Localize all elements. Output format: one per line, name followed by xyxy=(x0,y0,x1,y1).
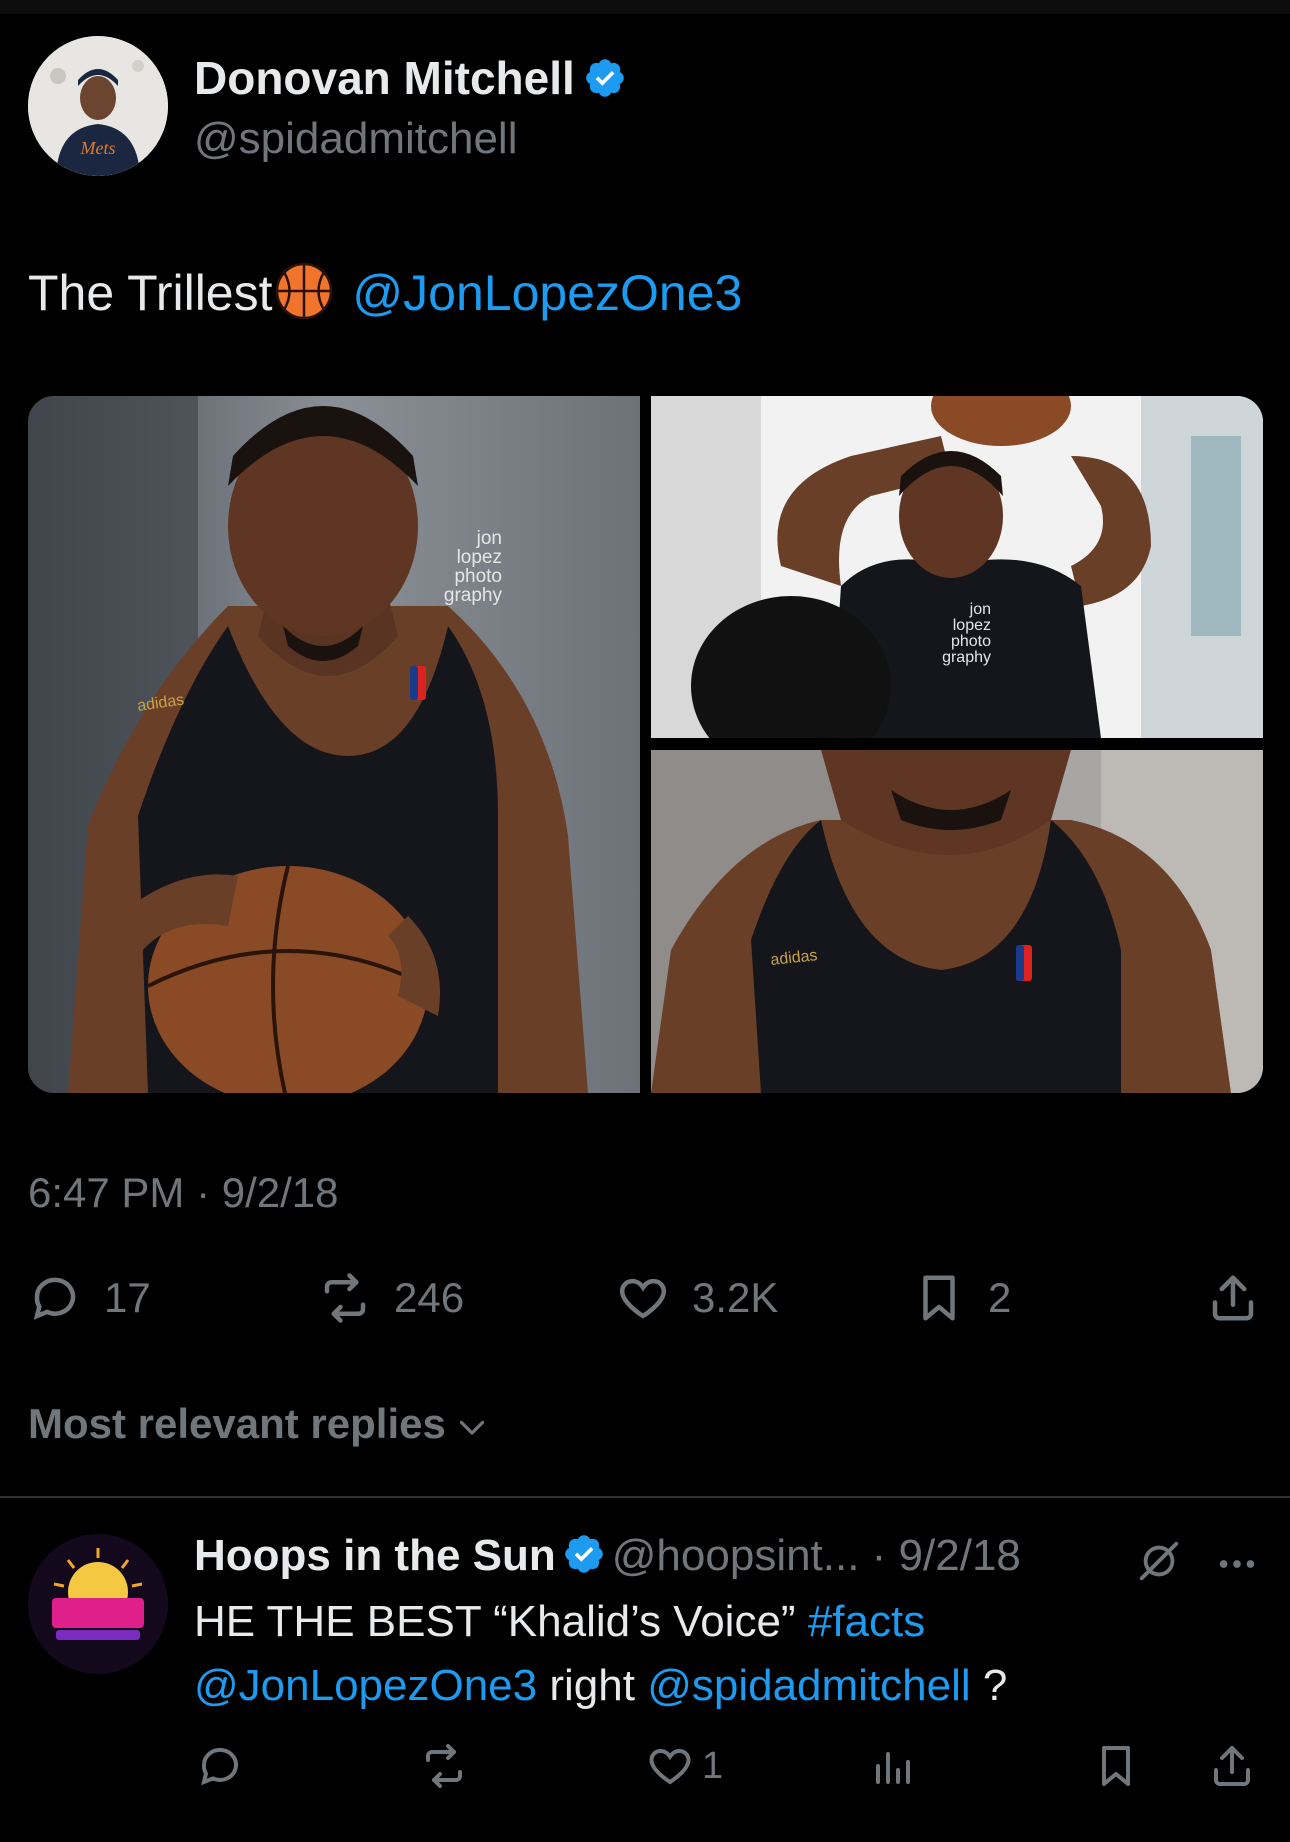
tweet-text-main: The Trillest xyxy=(28,265,273,321)
reply-like-count: 1 xyxy=(702,1744,724,1787)
share-button[interactable] xyxy=(1206,1268,1260,1328)
reply-action-bar: 1 xyxy=(0,1738,1290,1794)
reply-button[interactable]: 17 xyxy=(28,1268,151,1328)
retweet-button[interactable]: 246 xyxy=(318,1268,464,1328)
views-chart-icon xyxy=(876,1752,910,1784)
author-name[interactable]: Donovan Mitchell xyxy=(194,50,627,106)
replies-sort-label: Most relevant replies xyxy=(28,1400,446,1447)
author-handle[interactable]: @spidadmitchell xyxy=(194,112,517,166)
reply-text-part1: HE THE BEST “Khalid’s Voice” xyxy=(194,1597,808,1646)
reply-share-button[interactable] xyxy=(1208,1738,1256,1794)
bookmark-button[interactable]: 2 xyxy=(912,1268,1011,1328)
reply-author-avatar[interactable] xyxy=(28,1534,168,1674)
reply-views-button[interactable] xyxy=(868,1738,916,1794)
share-icon xyxy=(1212,1275,1254,1321)
svg-text:Mets: Mets xyxy=(80,138,116,158)
reply-header: Hoops in the Sun @hoopsint... · 9/2/18 xyxy=(194,1528,1021,1584)
retweet-icon xyxy=(426,1744,462,1788)
svg-text:lopez: lopez xyxy=(953,617,991,634)
share-icon xyxy=(1214,1746,1250,1786)
svg-text:graphy: graphy xyxy=(444,585,503,606)
svg-text:photo: photo xyxy=(951,633,991,650)
reply-icon xyxy=(201,1747,238,1786)
reply-retweet-button[interactable] xyxy=(420,1738,468,1794)
verified-badge-icon xyxy=(586,59,624,97)
retweet-icon xyxy=(324,1273,366,1323)
reply-text: HE THE BEST “Khalid’s Voice” #facts @Jon… xyxy=(194,1590,1254,1718)
grok-icon[interactable] xyxy=(1136,1538,1182,1584)
media-grid: adidas jon lopez photo graphy jon lopez … xyxy=(28,396,1263,1093)
status-bar-strip xyxy=(0,0,1290,14)
reply-count: 17 xyxy=(104,1274,151,1321)
mention-link[interactable]: @JonLopezOne3 xyxy=(352,265,742,321)
reply-handle-date[interactable]: @hoopsint... · 9/2/18 xyxy=(612,1531,1021,1580)
svg-text:jon: jon xyxy=(969,601,991,618)
replies-sort-dropdown[interactable]: Most relevant replies xyxy=(28,1398,490,1450)
reply-like-button[interactable]: 1 xyxy=(646,1738,723,1794)
author-name-text: Donovan Mitchell xyxy=(194,52,575,104)
hashtag-link[interactable]: #facts xyxy=(808,1597,925,1646)
svg-text:graphy: graphy xyxy=(942,649,991,666)
svg-text:jon: jon xyxy=(476,528,502,549)
photo-2[interactable]: jon lopez photo graphy xyxy=(651,396,1263,738)
svg-text:lopez: lopez xyxy=(457,547,502,568)
verified-badge-icon xyxy=(564,1535,603,1574)
chevron-down-icon xyxy=(459,1420,484,1435)
reply-author-name[interactable]: Hoops in the Sun xyxy=(194,1531,556,1580)
like-count: 3.2K xyxy=(692,1274,779,1321)
author-avatar[interactable]: Mets xyxy=(28,36,168,176)
heart-icon xyxy=(649,1748,691,1785)
photo-1[interactable]: adidas jon lopez photo graphy xyxy=(28,396,640,1093)
reply-icon xyxy=(33,1277,76,1320)
bookmark-icon xyxy=(923,1275,955,1321)
photo-3[interactable]: adidas xyxy=(651,750,1263,1093)
reply-mention-1[interactable]: @JonLopezOne3 xyxy=(194,1661,537,1710)
reply-bookmark-button[interactable] xyxy=(1092,1738,1140,1794)
heart-icon xyxy=(619,1278,667,1319)
tweet-text: The Trillest @JonLopezOne3 xyxy=(28,262,742,324)
bookmark-count: 2 xyxy=(988,1274,1012,1321)
retweet-count: 246 xyxy=(394,1274,465,1321)
like-button[interactable]: 3.2K xyxy=(616,1268,778,1328)
tweet-action-bar: 17 246 3.2K 2 xyxy=(0,1268,1290,1328)
basketball-icon xyxy=(275,262,332,320)
reply-text-part3: ? xyxy=(970,1661,1008,1710)
bookmark-icon xyxy=(1102,1746,1130,1786)
tweet-timestamp[interactable]: 6:47 PM · 9/2/18 xyxy=(28,1168,339,1218)
divider xyxy=(0,1496,1290,1498)
svg-text:photo: photo xyxy=(454,566,502,587)
reply-reply-button[interactable] xyxy=(196,1738,244,1794)
more-options-icon[interactable] xyxy=(1214,1544,1260,1584)
reply-text-part2: right xyxy=(537,1661,648,1710)
reply-mention-2[interactable]: @spidadmitchell xyxy=(647,1661,970,1710)
